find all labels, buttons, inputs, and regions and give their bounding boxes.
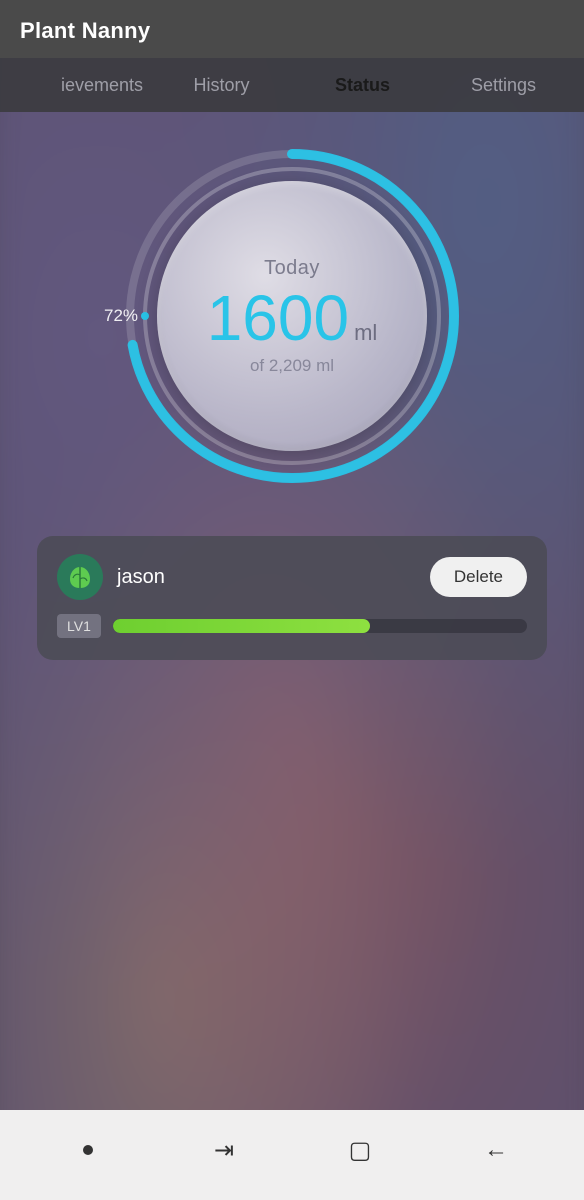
plant-avatar [57,554,103,600]
percent-value: 72% [104,306,138,326]
today-label: Today [264,257,320,280]
nav-home-icon: ▢ [349,1136,372,1165]
progress-circle: 72% Today 1600 ml of 2,209 ml [122,146,462,486]
circle-value: 1600 ml [207,286,378,350]
level-badge: LV1 [57,614,101,638]
delete-button[interactable]: Delete [430,557,527,597]
percent-dot [141,312,149,320]
tab-history[interactable]: History [151,59,292,112]
nav-dot-icon [83,1145,93,1155]
plant-name: jason [117,566,165,589]
bottom-nav: ⇥ ▢ ← [0,1110,584,1200]
tab-settings[interactable]: Settings [433,59,574,112]
percent-label: 72% [104,306,149,326]
plant-card-header: jason Delete [57,554,527,600]
nav-home-button[interactable]: ▢ [330,1120,390,1180]
tab-bar: ievements History Status Settings [0,58,584,112]
app-header: Plant Nanny [0,0,584,58]
nav-recents-icon: ⇥ [214,1136,234,1165]
xp-progress-fill [113,619,370,633]
nav-recents-button[interactable]: ⇥ [194,1120,254,1180]
plant-card: jason Delete LV1 [37,536,547,660]
tab-status[interactable]: Status [292,59,433,112]
plant-level-row: LV1 [57,614,527,638]
circle-inner: Today 1600 ml of 2,209 ml [157,181,427,451]
water-unit: ml [354,320,377,346]
main-content: 72% Today 1600 ml of 2,209 ml [0,106,584,1110]
nav-dot-button[interactable] [58,1120,118,1180]
leaf-icon [66,563,94,591]
water-total: of 2,209 ml [250,356,334,376]
plant-info: jason [57,554,165,600]
tab-achievements[interactable]: ievements [10,59,151,112]
nav-back-icon: ← [484,1136,508,1164]
xp-progress-bar [113,619,527,633]
nav-back-button[interactable]: ← [466,1120,526,1180]
water-amount: 1600 [207,286,349,350]
app-title: Plant Nanny [20,18,150,43]
